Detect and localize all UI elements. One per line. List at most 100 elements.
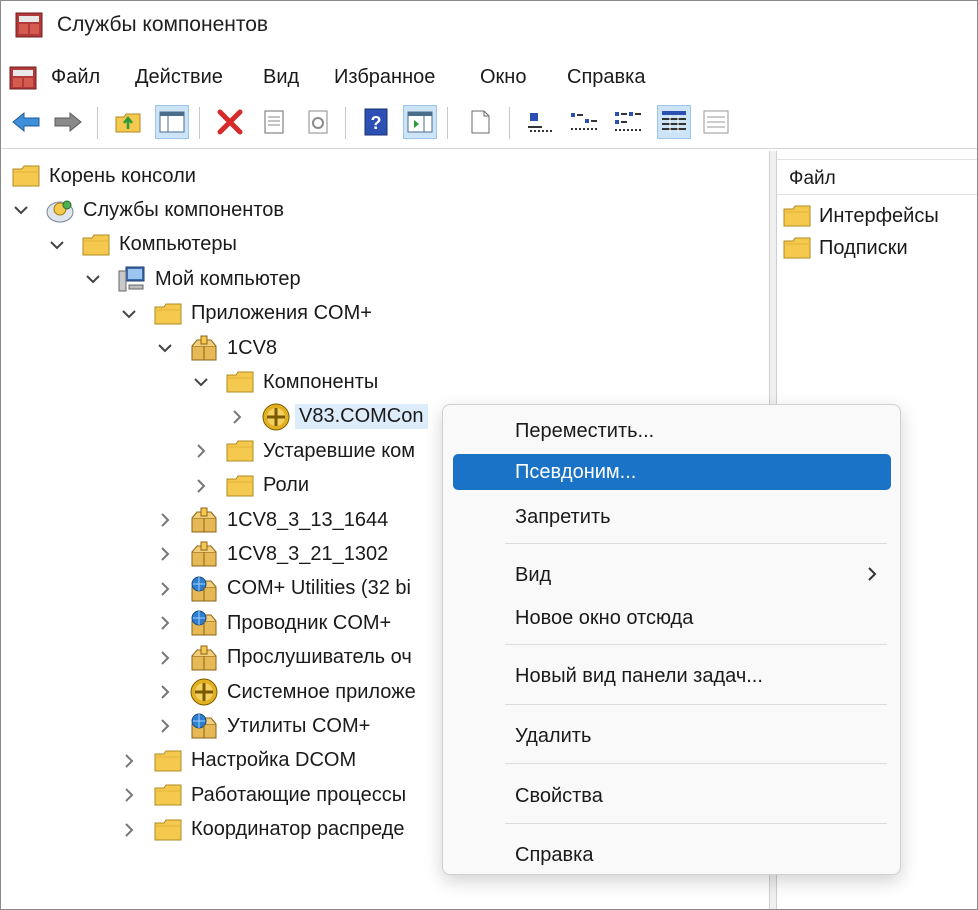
action-pane-icon bbox=[407, 111, 433, 133]
tree-node[interactable]: Службы компонентов bbox=[11, 195, 284, 225]
tree-node[interactable]: Системное приложе bbox=[155, 677, 416, 707]
com-application-icon bbox=[189, 506, 219, 534]
expand-chevron-right-icon[interactable] bbox=[191, 476, 211, 496]
toolbar: ? bbox=[1, 99, 977, 149]
back-button[interactable] bbox=[9, 105, 43, 139]
expand-chevron-down-icon[interactable] bbox=[47, 235, 67, 255]
tree-node[interactable]: Настройка DCOM bbox=[119, 746, 356, 776]
show-hide-tree-button[interactable] bbox=[155, 105, 189, 139]
context-menu-item[interactable]: Переместить... bbox=[453, 413, 891, 449]
tree-node[interactable]: Компоненты bbox=[191, 367, 378, 397]
tree-node[interactable]: Проводник COM+ bbox=[155, 608, 391, 638]
tree-node[interactable]: V83.COMCon bbox=[227, 402, 428, 432]
action-pane-button[interactable] bbox=[403, 105, 437, 139]
tree-node[interactable]: Роли bbox=[191, 471, 309, 501]
large-icons-button[interactable] bbox=[523, 105, 557, 139]
folder-icon bbox=[81, 231, 111, 259]
expand-chevron-right-icon[interactable] bbox=[191, 441, 211, 461]
tree-node[interactable]: Устаревшие ком bbox=[191, 436, 415, 466]
large-icons-view-icon bbox=[528, 113, 552, 132]
tree-node-label: Мой компьютер bbox=[155, 267, 301, 290]
tree-node-label: Работающие процессы bbox=[191, 783, 407, 806]
back-arrow-icon bbox=[12, 111, 40, 133]
console-menu-icon[interactable] bbox=[7, 61, 39, 93]
small-icons-button[interactable] bbox=[567, 105, 601, 139]
context-menu-item[interactable]: Справка bbox=[453, 837, 891, 873]
folder-icon bbox=[153, 816, 183, 844]
menu-view[interactable]: Вид bbox=[263, 66, 299, 89]
toolbar-separator bbox=[509, 107, 510, 139]
tree-node[interactable]: COM+ Utilities (32 bi bbox=[155, 574, 411, 604]
tree-node[interactable]: 1CV8_3_21_1302 bbox=[155, 539, 388, 569]
help-button[interactable]: ? bbox=[359, 105, 393, 139]
properties-button[interactable] bbox=[257, 105, 291, 139]
tree-node[interactable]: Корень консоли bbox=[11, 161, 196, 191]
refresh-button[interactable] bbox=[301, 105, 335, 139]
context-menu-item[interactable]: Новое окно отсюда bbox=[453, 600, 891, 636]
expand-chevron-down-icon[interactable] bbox=[11, 200, 31, 220]
com-component-icon bbox=[261, 403, 291, 431]
list-item-subscriptions[interactable]: Подписки bbox=[783, 233, 908, 263]
com-application-icon bbox=[189, 334, 219, 362]
expand-chevron-right-icon[interactable] bbox=[155, 682, 175, 702]
tree-node[interactable]: Мой компьютер bbox=[83, 264, 301, 294]
up-one-level-button[interactable] bbox=[111, 105, 145, 139]
list-item-interfaces[interactable]: Интерфейсы bbox=[783, 201, 939, 231]
context-menu-item[interactable]: Вид bbox=[453, 557, 891, 593]
svg-text:?: ? bbox=[371, 113, 382, 133]
expand-chevron-right-icon[interactable] bbox=[119, 820, 139, 840]
details-view-button[interactable] bbox=[657, 105, 691, 139]
expand-chevron-down-icon[interactable] bbox=[119, 304, 139, 324]
small-icons-view-icon bbox=[571, 113, 597, 130]
expand-chevron-down-icon[interactable] bbox=[83, 269, 103, 289]
tree-node[interactable]: Утилиты COM+ bbox=[155, 711, 370, 741]
expand-chevron-right-icon[interactable] bbox=[155, 716, 175, 736]
tree-node[interactable]: Приложения COM+ bbox=[119, 299, 372, 329]
toolbar-separator bbox=[447, 107, 448, 139]
tree-node-label: Роли bbox=[263, 474, 309, 497]
window-title: Службы компонентов bbox=[57, 13, 269, 36]
expand-chevron-down-icon[interactable] bbox=[191, 372, 211, 392]
new-window-button[interactable] bbox=[463, 105, 497, 139]
tree-node[interactable]: Прослушиватель оч bbox=[155, 643, 412, 673]
tree-node[interactable]: Работающие процессы bbox=[119, 780, 406, 810]
expand-chevron-right-icon[interactable] bbox=[119, 785, 139, 805]
tree-node[interactable]: 1CV8 bbox=[155, 333, 277, 363]
expand-chevron-down-icon[interactable] bbox=[155, 338, 175, 358]
context-menu-item[interactable]: Запретить bbox=[453, 499, 891, 535]
context-menu-item[interactable]: Псевдоним... bbox=[453, 454, 891, 490]
component-services-app-icon bbox=[15, 12, 43, 38]
expand-chevron-right-icon[interactable] bbox=[119, 751, 139, 771]
folder-icon bbox=[153, 747, 183, 775]
com-system-application-icon bbox=[189, 575, 219, 603]
expand-chevron-right-icon[interactable] bbox=[155, 648, 175, 668]
context-menu-item[interactable]: Новый вид панели задач... bbox=[453, 658, 891, 694]
menu-action[interactable]: Действие bbox=[135, 66, 223, 89]
expand-chevron-right-icon[interactable] bbox=[227, 407, 247, 427]
tree-node-label: 1CV8_3_21_1302 bbox=[227, 542, 389, 565]
context-menu-separator bbox=[505, 823, 887, 824]
menu-bar: Файл Действие Вид Избранное Окно Справка bbox=[1, 57, 977, 99]
context-menu-item-label: Новый вид панели задач... bbox=[515, 665, 763, 687]
tree-node[interactable]: Координатор распреде bbox=[119, 815, 405, 845]
menu-file[interactable]: Файл bbox=[51, 66, 100, 89]
menu-help[interactable]: Справка bbox=[567, 66, 645, 89]
expand-chevron-right-icon[interactable] bbox=[155, 613, 175, 633]
expand-chevron-right-icon[interactable] bbox=[155, 579, 175, 599]
context-menu-item[interactable]: Свойства bbox=[453, 778, 891, 814]
context-menu-item-label: Новое окно отсюда bbox=[515, 607, 694, 629]
forward-button[interactable] bbox=[51, 105, 85, 139]
context-menu-item[interactable]: Удалить bbox=[453, 718, 891, 754]
custom-view-button[interactable] bbox=[699, 105, 733, 139]
expand-chevron-right-icon[interactable] bbox=[155, 510, 175, 530]
tree-node[interactable]: Компьютеры bbox=[47, 230, 237, 260]
delete-button[interactable] bbox=[213, 105, 247, 139]
toolbar-separator bbox=[199, 107, 200, 139]
column-header-file[interactable]: Файл bbox=[777, 159, 977, 195]
list-view-button[interactable] bbox=[611, 105, 645, 139]
expand-chevron-right-icon[interactable] bbox=[155, 544, 175, 564]
menu-window[interactable]: Окно bbox=[480, 66, 526, 89]
help-icon: ? bbox=[364, 108, 388, 136]
tree-node[interactable]: 1CV8_3_13_1644 bbox=[155, 505, 388, 535]
menu-favorites[interactable]: Избранное bbox=[334, 66, 435, 89]
